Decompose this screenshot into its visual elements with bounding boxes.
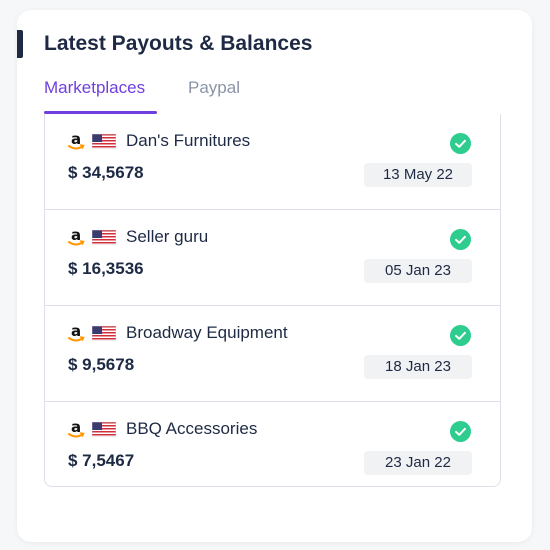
svg-text:a: a [71,130,81,148]
seller-name: Seller guru [126,227,209,246]
tab-marketplaces[interactable]: Marketplaces [44,78,145,98]
card-title: Latest Payouts & Balances [44,32,313,55]
svg-text:a: a [71,418,81,436]
payout-list: a Dan's Furnitures $ 34,5678 13 May 22 a… [44,114,501,487]
svg-text:a: a [71,226,81,244]
payout-amount: $ 7,5467 [68,451,135,470]
check-circle-icon [450,421,471,442]
svg-text:a: a [71,322,81,340]
payout-row[interactable]: a Seller guru $ 16,3536 05 Jan 23 [45,210,500,306]
title-accent-bar [17,30,23,58]
payout-date: 13 May 22 [364,163,472,187]
amazon-icon: a [68,226,85,246]
check-circle-icon [450,133,471,154]
payout-date: 05 Jan 23 [364,259,472,283]
payout-amount: $ 9,5678 [68,355,135,374]
payout-row[interactable]: a BBQ Accessories $ 7,5467 23 Jan 22 [45,402,500,498]
tab-bar: Marketplaces Paypal [44,78,501,114]
us-flag-icon [92,422,116,437]
seller-name: Broadway Equipment [126,323,288,342]
us-flag-icon [92,134,116,149]
payout-date: 23 Jan 22 [364,451,472,475]
tab-paypal[interactable]: Paypal [188,78,240,98]
amazon-icon: a [68,418,85,438]
check-circle-icon [450,229,471,250]
payout-amount: $ 34,5678 [68,163,144,182]
check-circle-icon [450,325,471,346]
payout-row[interactable]: a Broadway Equipment $ 9,5678 18 Jan 23 [45,306,500,402]
payout-amount: $ 16,3536 [68,259,144,278]
amazon-icon: a [68,322,85,342]
payout-date: 18 Jan 23 [364,355,472,379]
payout-row[interactable]: a Dan's Furnitures $ 34,5678 13 May 22 [45,114,500,210]
seller-name: BBQ Accessories [126,419,258,438]
us-flag-icon [92,326,116,341]
seller-name: Dan's Furnitures [126,131,251,150]
amazon-icon: a [68,130,85,150]
us-flag-icon [92,230,116,245]
payouts-card: Latest Payouts & Balances Marketplaces P… [17,10,532,542]
